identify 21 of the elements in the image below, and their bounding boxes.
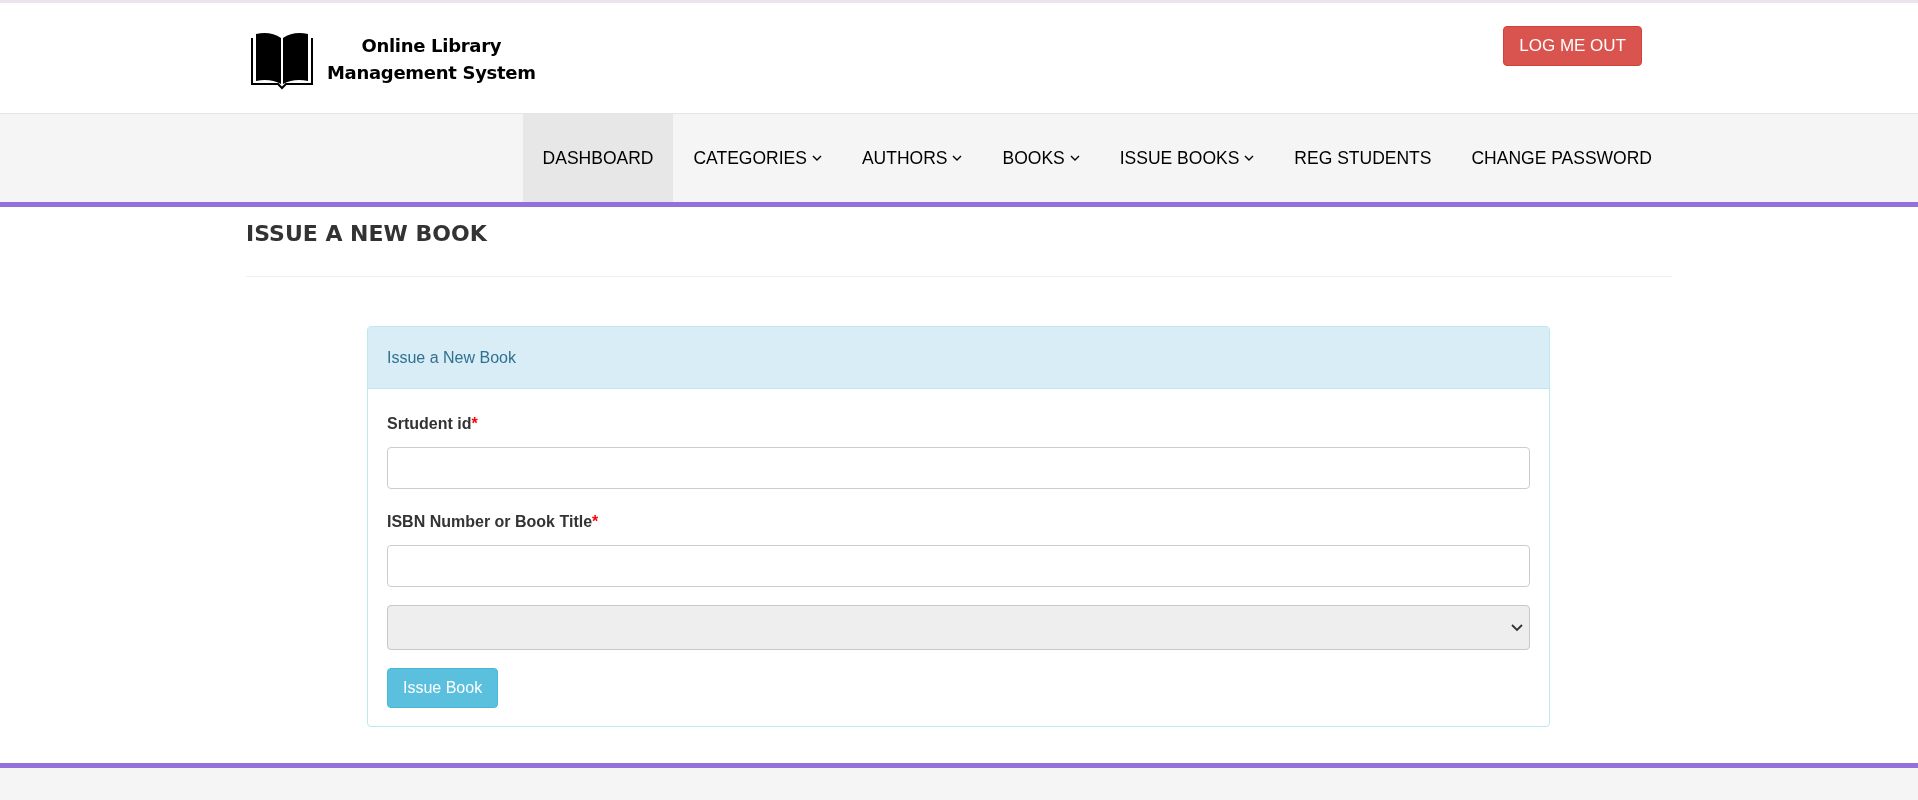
caret-icon	[811, 154, 822, 162]
page-heading: ISSUE A NEW BOOK	[246, 221, 1672, 277]
nav-item[interactable]: BOOKS	[982, 114, 1100, 202]
select-field[interactable]	[387, 605, 1530, 650]
caret-icon	[1069, 154, 1080, 162]
field-label: ISBN Number or Book Title*	[387, 513, 600, 531]
chevron-down-icon	[1511, 623, 1523, 632]
nav-item[interactable]: CHANGE PASSWORD	[1451, 114, 1672, 202]
caret-icon	[952, 154, 963, 162]
input-field[interactable]	[387, 545, 1530, 587]
nav-item[interactable]: ISSUE BOOKS	[1099, 114, 1275, 202]
nav-item[interactable]: DASHBOARD	[522, 114, 674, 202]
site-title: Online Library Management System	[327, 34, 536, 85]
logout-button[interactable]: LOG ME OUT	[1503, 25, 1642, 66]
caret-icon	[1244, 154, 1255, 162]
nav-item[interactable]: REG STUDENTS	[1274, 114, 1452, 202]
nav-item[interactable]: AUTHORS	[841, 114, 983, 202]
input-field[interactable]	[387, 447, 1530, 489]
panel-heading: Issue a New Book	[368, 327, 1549, 389]
nav-item[interactable]: CATEGORIES	[673, 114, 842, 202]
field-label: Srtudent id*	[387, 415, 479, 433]
